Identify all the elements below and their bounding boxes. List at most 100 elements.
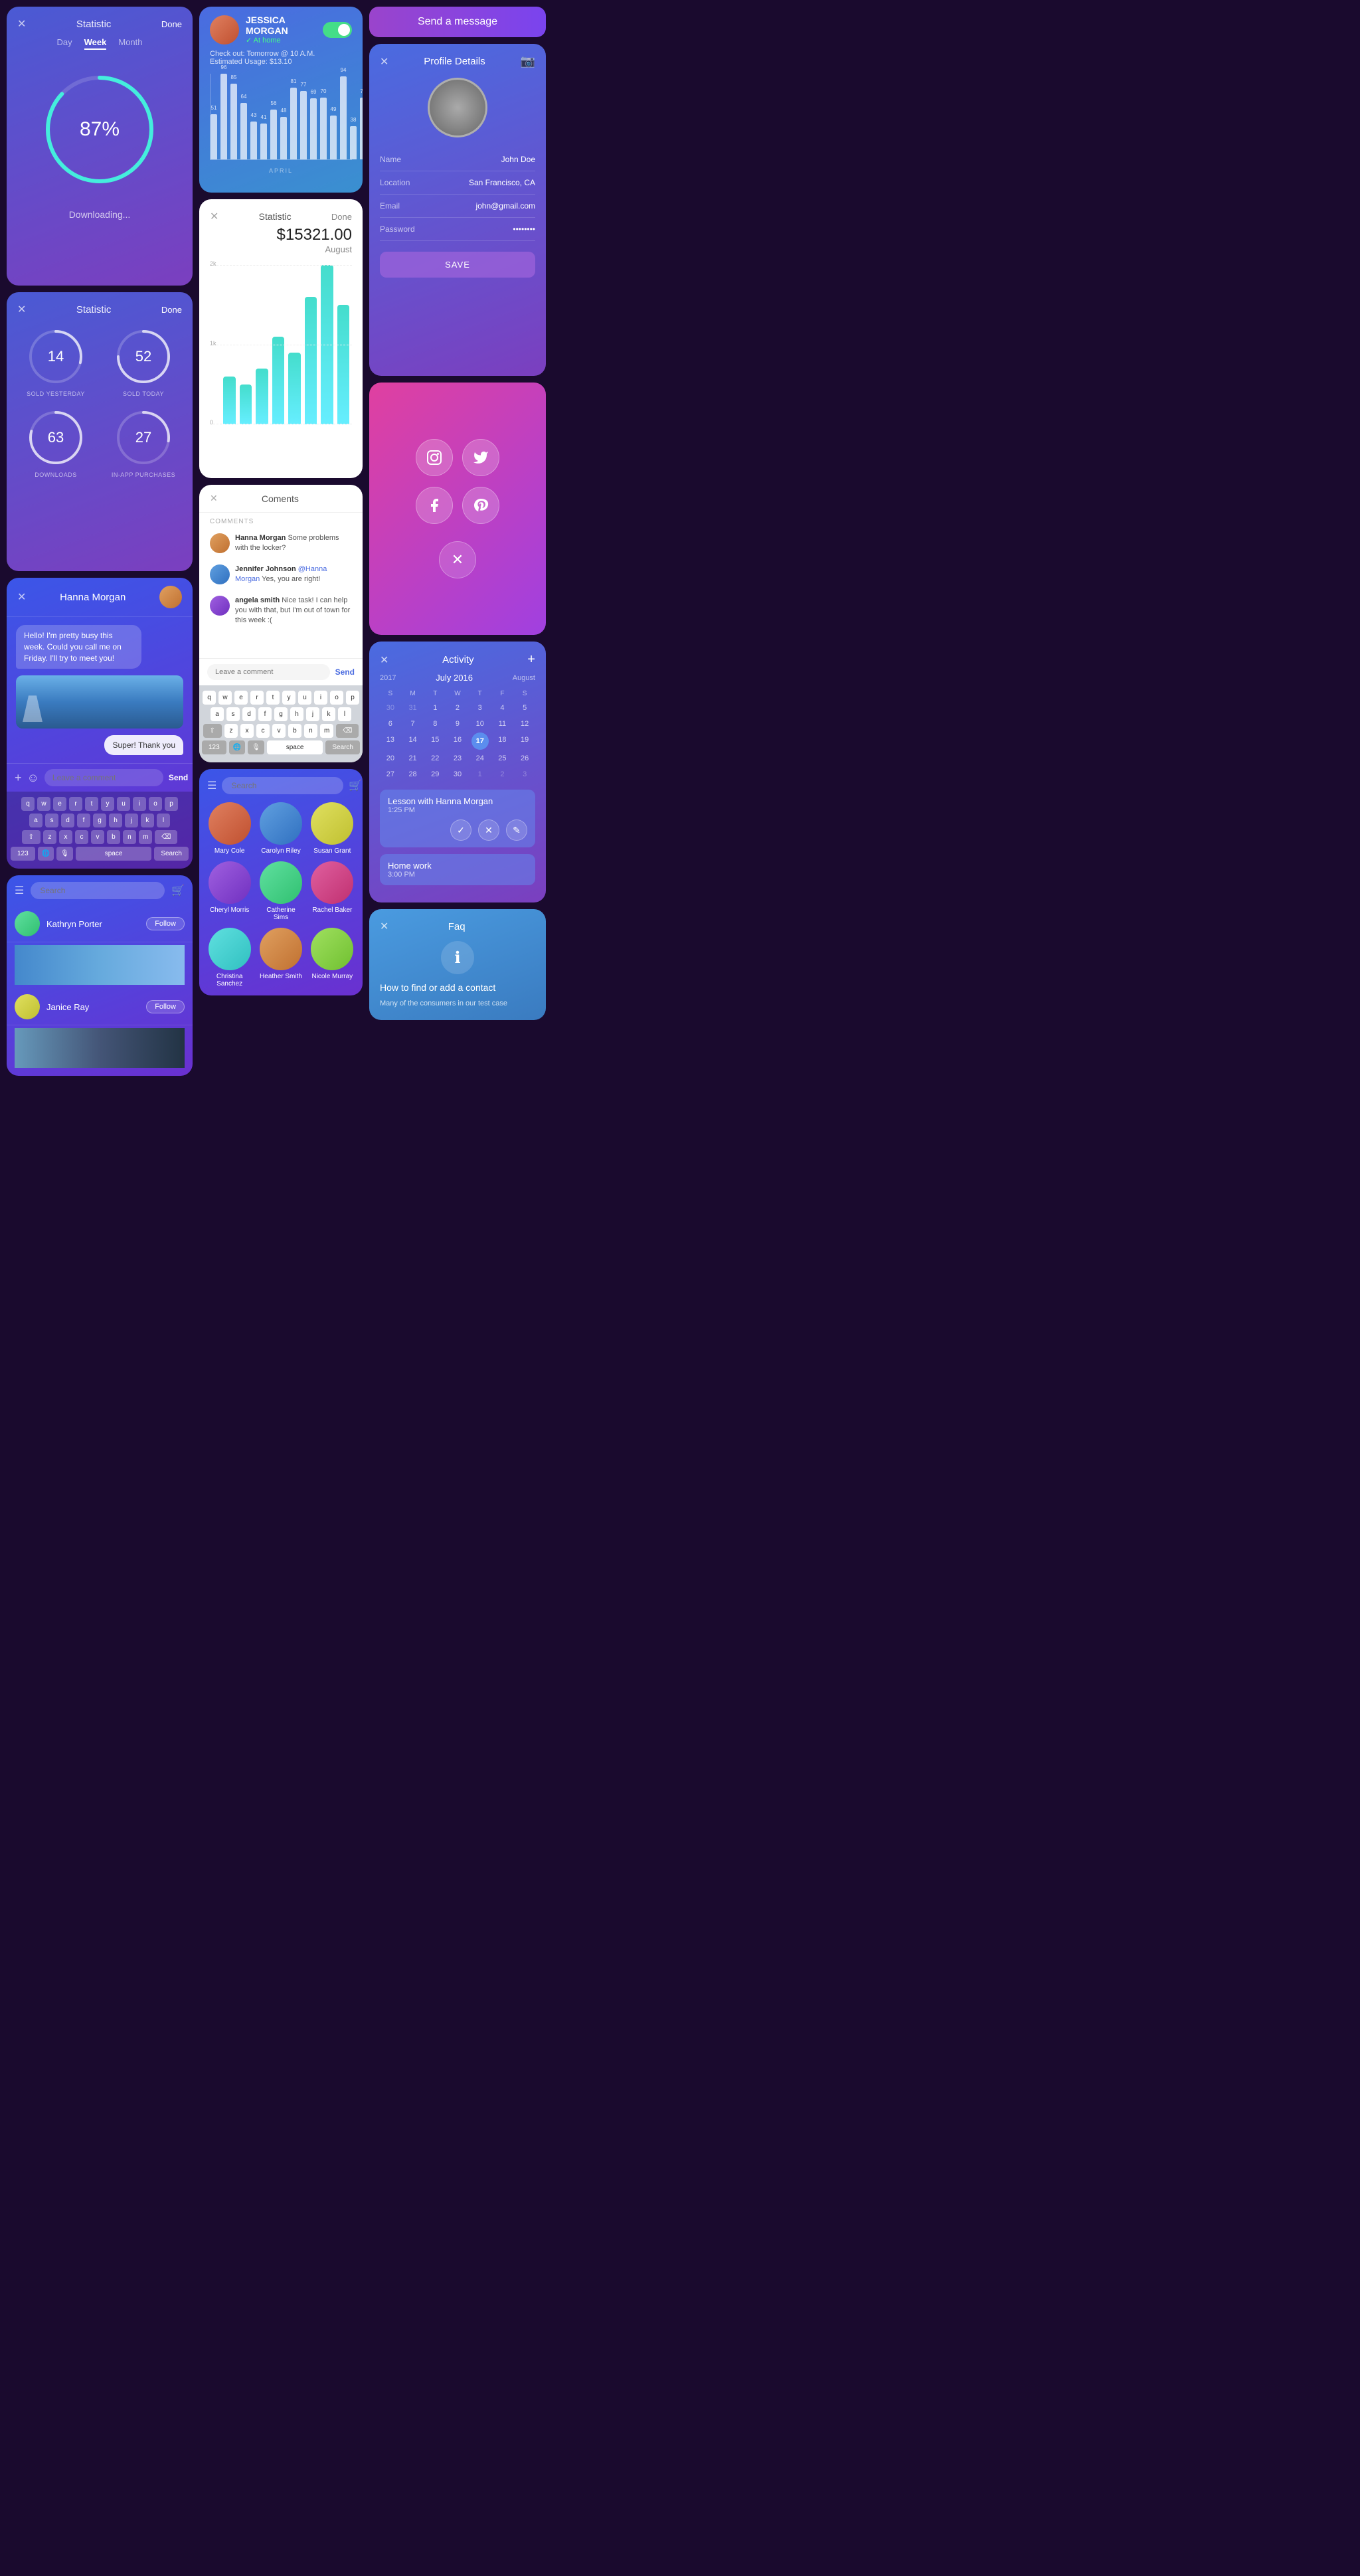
key-e[interactable]: e: [53, 797, 66, 811]
people-cart-icon[interactable]: 🛒: [349, 779, 362, 792]
cal-day-16[interactable]: 16: [447, 732, 468, 750]
cal-day-13[interactable]: 13: [380, 732, 401, 750]
cal-day-22[interactable]: 22: [424, 751, 446, 766]
key-c[interactable]: c: [75, 830, 88, 844]
facebook-button[interactable]: [416, 487, 453, 524]
cal-day-19[interactable]: 19: [514, 732, 535, 750]
person-cell-7[interactable]: Heather Smith: [258, 928, 303, 987]
cal-day-5[interactable]: 5: [514, 701, 535, 715]
wkey-b[interactable]: b: [288, 724, 301, 738]
cal-day-25[interactable]: 25: [492, 751, 513, 766]
wkey-globe[interactable]: 🌐: [229, 740, 245, 754]
wkey-y[interactable]: y: [282, 691, 296, 705]
key-x[interactable]: x: [59, 830, 72, 844]
wkey-t[interactable]: t: [266, 691, 280, 705]
wkey-backspace[interactable]: ⌫: [336, 724, 359, 738]
person-cell-3[interactable]: Cheryl Morris: [207, 861, 252, 921]
person-cell-6[interactable]: Christina Sanchez: [207, 928, 252, 987]
chat-input-field[interactable]: [44, 769, 163, 786]
wkey-i[interactable]: i: [314, 691, 327, 705]
cal-year-next[interactable]: August: [513, 674, 535, 682]
key-d[interactable]: d: [61, 814, 74, 827]
key-v[interactable]: v: [91, 830, 104, 844]
card-send-message[interactable]: Send a message: [369, 7, 546, 37]
cal-day-23[interactable]: 23: [447, 751, 468, 766]
key-g[interactable]: g: [93, 814, 106, 827]
event-cancel-button[interactable]: ✕: [478, 819, 499, 841]
tab-day[interactable]: Day: [57, 37, 72, 50]
camera-icon[interactable]: 📷: [521, 54, 535, 68]
person-cell-2[interactable]: Susan Grant: [310, 802, 355, 855]
cal-day-27[interactable]: 27: [380, 767, 401, 782]
cal-day-1[interactable]: 1: [424, 701, 446, 715]
key-y[interactable]: y: [101, 797, 114, 811]
explore-search-input[interactable]: [31, 882, 165, 899]
wkey-f[interactable]: f: [258, 707, 272, 721]
cal-day-31-prev[interactable]: 31: [402, 701, 424, 715]
wkey-p[interactable]: p: [346, 691, 359, 705]
faq-close-icon[interactable]: ✕: [380, 920, 388, 933]
person-cell-0[interactable]: Mary Cole: [207, 802, 252, 855]
wkey-k[interactable]: k: [322, 707, 335, 721]
wkey-space[interactable]: space: [267, 740, 323, 754]
chat-close-icon[interactable]: ✕: [17, 590, 26, 604]
wkey-l[interactable]: l: [338, 707, 351, 721]
comment-input-field[interactable]: [207, 664, 330, 680]
wkey-n[interactable]: n: [304, 724, 317, 738]
revenue-done[interactable]: Done: [331, 212, 352, 222]
key-p[interactable]: p: [165, 797, 178, 811]
person-cell-5[interactable]: Rachel Baker: [310, 861, 355, 921]
cal-day-4[interactable]: 4: [492, 701, 513, 715]
close-icon-2[interactable]: ✕: [17, 303, 26, 316]
key-j[interactable]: j: [125, 814, 138, 827]
cal-day-1-next[interactable]: 1: [469, 767, 491, 782]
cal-day-17-today[interactable]: 17: [471, 732, 489, 750]
wkey-u[interactable]: u: [298, 691, 311, 705]
event-check-button[interactable]: ✓: [450, 819, 471, 841]
add-icon[interactable]: +: [15, 771, 22, 785]
wkey-m[interactable]: m: [320, 724, 333, 738]
follow-button-janice[interactable]: Follow: [146, 1000, 185, 1013]
key-l[interactable]: l: [157, 814, 170, 827]
cal-day-18[interactable]: 18: [492, 732, 513, 750]
comments-close-icon[interactable]: ✕: [210, 493, 218, 504]
menu-icon[interactable]: ☰: [15, 884, 24, 897]
close-icon[interactable]: ✕: [17, 17, 26, 31]
done-button-2[interactable]: Done: [161, 305, 182, 315]
key-f[interactable]: f: [77, 814, 90, 827]
cal-day-11[interactable]: 11: [492, 717, 513, 731]
profile-close-icon[interactable]: ✕: [380, 55, 388, 68]
cal-day-15[interactable]: 15: [424, 732, 446, 750]
key-w[interactable]: w: [37, 797, 50, 811]
wkey-r[interactable]: r: [250, 691, 264, 705]
key-a[interactable]: a: [29, 814, 42, 827]
wkey-mic[interactable]: 🎙: [248, 740, 264, 754]
key-globe[interactable]: 🌐: [38, 847, 54, 861]
wkey-z[interactable]: z: [224, 724, 238, 738]
instagram-button[interactable]: [416, 439, 453, 476]
wkey-g[interactable]: g: [274, 707, 288, 721]
person-cell-1[interactable]: Carolyn Riley: [258, 802, 303, 855]
cal-day-28[interactable]: 28: [402, 767, 424, 782]
iot-toggle[interactable]: [323, 22, 352, 38]
revenue-close-icon[interactable]: ✕: [210, 210, 218, 223]
social-close-button[interactable]: ✕: [439, 541, 476, 578]
wkey-o[interactable]: o: [330, 691, 343, 705]
cal-day-29[interactable]: 29: [424, 767, 446, 782]
person-cell-4[interactable]: Catherine Sims: [258, 861, 303, 921]
activity-close-icon[interactable]: ✕: [380, 653, 388, 667]
tab-month[interactable]: Month: [118, 37, 142, 50]
people-menu-icon[interactable]: ☰: [207, 779, 216, 792]
wkey-c[interactable]: c: [256, 724, 270, 738]
key-h[interactable]: h: [109, 814, 122, 827]
wkey-x[interactable]: x: [240, 724, 254, 738]
cal-day-14[interactable]: 14: [402, 732, 424, 750]
cal-day-2[interactable]: 2: [447, 701, 468, 715]
cal-day-12[interactable]: 12: [514, 717, 535, 731]
cal-day-8[interactable]: 8: [424, 717, 446, 731]
wkey-v[interactable]: v: [272, 724, 286, 738]
activity-add-icon[interactable]: +: [527, 652, 535, 667]
cal-day-6[interactable]: 6: [380, 717, 401, 731]
key-u[interactable]: u: [117, 797, 130, 811]
cal-day-9[interactable]: 9: [447, 717, 468, 731]
